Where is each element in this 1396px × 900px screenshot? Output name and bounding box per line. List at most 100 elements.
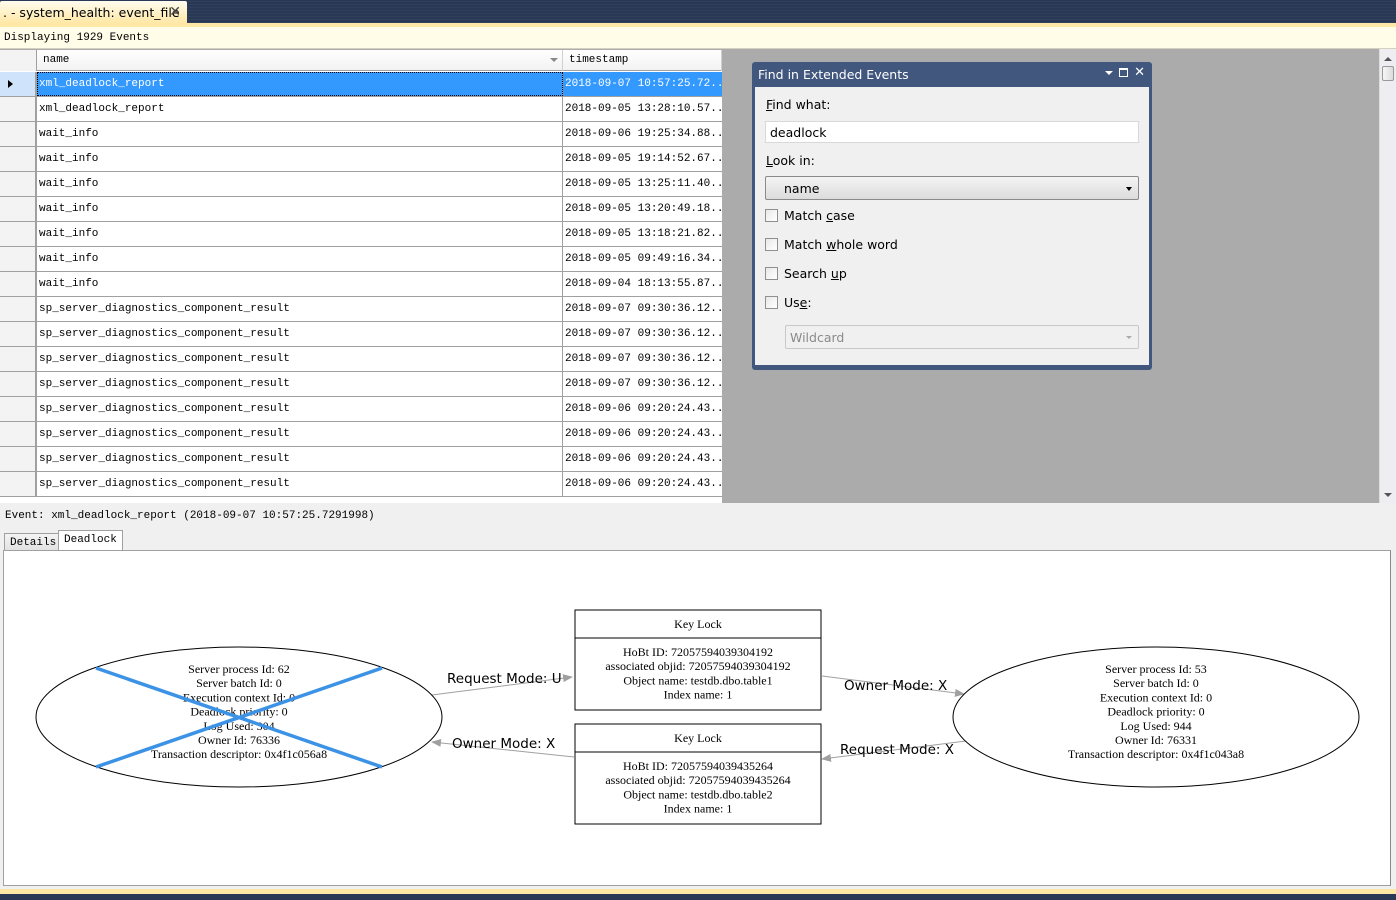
row-header[interactable] bbox=[0, 247, 37, 271]
look-in-label: Look in: bbox=[766, 153, 815, 168]
cell-timestamp[interactable]: 2018-09-04 18:13:55.87... bbox=[563, 272, 722, 296]
cell-name[interactable]: xml_deadlock_report bbox=[37, 97, 563, 121]
cell-timestamp[interactable]: 2018-09-06 19:25:34.88... bbox=[563, 122, 722, 146]
row-header[interactable] bbox=[0, 422, 37, 446]
match-whole-word-checkbox[interactable]: Match whole word bbox=[765, 237, 898, 252]
cell-timestamp[interactable]: 2018-09-05 13:20:49.18... bbox=[563, 197, 722, 221]
row-header[interactable] bbox=[0, 297, 37, 321]
cell-timestamp[interactable]: 2018-09-06 09:20:24.43... bbox=[563, 447, 722, 471]
row-header[interactable] bbox=[0, 347, 37, 371]
key-lock-resource-node[interactable]: Key Lock HoBt ID: 72057594039304192assoc… bbox=[574, 609, 822, 711]
scroll-up-icon[interactable] bbox=[1384, 57, 1392, 61]
table-row[interactable]: wait_info 2018-09-05 09:49:16.34... bbox=[0, 247, 722, 272]
table-row[interactable]: sp_server_diagnostics_component_result 20… bbox=[0, 472, 722, 497]
table-row[interactable]: xml_deadlock_report 2018-09-07 10:57:25.7… bbox=[0, 72, 722, 97]
process-node[interactable]: Server process Id: 53Server batch Id: 0E… bbox=[952, 646, 1360, 788]
row-header[interactable] bbox=[0, 97, 37, 121]
cell-timestamp[interactable]: 2018-09-05 13:28:10.57... bbox=[563, 97, 722, 121]
look-in-select[interactable]: name bbox=[765, 176, 1139, 200]
table-row[interactable]: sp_server_diagnostics_component_result 20… bbox=[0, 447, 722, 472]
cell-name[interactable]: wait_info bbox=[37, 122, 563, 146]
table-row[interactable]: sp_server_diagnostics_component_result 20… bbox=[0, 372, 722, 397]
cell-timestamp[interactable]: 2018-09-07 09:30:36.12... bbox=[563, 372, 722, 396]
cell-name[interactable]: xml_deadlock_report bbox=[37, 72, 563, 96]
close-icon[interactable]: ✕ bbox=[1134, 65, 1145, 80]
cell-name[interactable]: sp_server_diagnostics_component_result bbox=[37, 472, 563, 496]
cell-name[interactable]: sp_server_diagnostics_component_result bbox=[37, 297, 563, 321]
window-menu-dropdown-icon[interactable] bbox=[1105, 70, 1114, 75]
cell-name[interactable]: wait_info bbox=[37, 147, 563, 171]
table-row[interactable]: wait_info 2018-09-05 19:14:52.67... bbox=[0, 147, 722, 172]
column-header-timestamp[interactable]: timestamp bbox=[563, 50, 722, 71]
checkbox-box[interactable] bbox=[765, 238, 778, 251]
table-row[interactable]: wait_info 2018-09-06 19:25:34.88... bbox=[0, 122, 722, 147]
row-header[interactable] bbox=[0, 122, 37, 146]
scroll-down-icon[interactable] bbox=[1384, 493, 1392, 497]
vertical-scrollbar[interactable] bbox=[1379, 49, 1396, 503]
process-detail-line: Transaction descriptor: 0x4f1c056a8 bbox=[151, 747, 327, 761]
column-header-name[interactable]: name bbox=[37, 50, 563, 71]
resource-detail-line: HoBt ID: 72057594039435264 bbox=[623, 759, 773, 773]
table-row[interactable]: xml_deadlock_report 2018-09-05 13:28:10.5… bbox=[0, 97, 722, 122]
cell-name[interactable]: wait_info bbox=[37, 247, 563, 271]
cell-timestamp[interactable]: 2018-09-05 09:49:16.34... bbox=[563, 247, 722, 271]
cell-timestamp[interactable]: 2018-09-06 09:20:24.43... bbox=[563, 397, 722, 421]
cell-name[interactable]: sp_server_diagnostics_component_result bbox=[37, 347, 563, 371]
cell-timestamp[interactable]: 2018-09-05 19:14:52.67... bbox=[563, 147, 722, 171]
find-what-input[interactable]: deadlock bbox=[765, 121, 1139, 143]
table-row[interactable]: sp_server_diagnostics_component_result 20… bbox=[0, 422, 722, 447]
row-header[interactable] bbox=[0, 322, 37, 346]
row-header-corner[interactable] bbox=[0, 50, 37, 71]
scroll-thumb[interactable] bbox=[1382, 66, 1394, 81]
row-header[interactable] bbox=[0, 222, 37, 246]
row-header[interactable] bbox=[0, 72, 37, 96]
cell-name[interactable]: sp_server_diagnostics_component_result bbox=[37, 372, 563, 396]
use-checkbox[interactable]: Use: bbox=[765, 295, 812, 310]
table-row[interactable]: wait_info 2018-09-05 13:20:49.18... bbox=[0, 197, 722, 222]
cell-timestamp[interactable]: 2018-09-07 09:30:36.12... bbox=[563, 347, 722, 371]
table-row[interactable]: wait_info 2018-09-05 13:25:11.40... bbox=[0, 172, 722, 197]
cell-timestamp[interactable]: 2018-09-06 09:20:24.43... bbox=[563, 472, 722, 496]
cell-timestamp[interactable]: 2018-09-07 09:30:36.12... bbox=[563, 297, 722, 321]
checkbox-box[interactable] bbox=[765, 267, 778, 280]
checkbox-box[interactable] bbox=[765, 296, 778, 309]
key-lock-resource-node[interactable]: Key Lock HoBt ID: 72057594039435264assoc… bbox=[574, 723, 822, 825]
checkbox-box[interactable] bbox=[765, 209, 778, 222]
cell-timestamp[interactable]: 2018-09-06 09:20:24.43... bbox=[563, 422, 722, 446]
row-header[interactable] bbox=[0, 447, 37, 471]
cell-name[interactable]: wait_info bbox=[37, 272, 563, 296]
find-dialog-titlebar[interactable]: Find in Extended Events ✕ bbox=[755, 62, 1149, 87]
row-header[interactable] bbox=[0, 397, 37, 421]
cell-name[interactable]: wait_info bbox=[37, 172, 563, 196]
row-header[interactable] bbox=[0, 147, 37, 171]
cell-timestamp[interactable]: 2018-09-05 13:18:21.82... bbox=[563, 222, 722, 246]
row-header[interactable] bbox=[0, 372, 37, 396]
row-header[interactable] bbox=[0, 472, 37, 496]
row-header[interactable] bbox=[0, 272, 37, 296]
cell-name[interactable]: sp_server_diagnostics_component_result bbox=[37, 322, 563, 346]
cell-timestamp[interactable]: 2018-09-05 13:25:11.40... bbox=[563, 172, 722, 196]
maximize-icon[interactable] bbox=[1119, 68, 1129, 77]
cell-name[interactable]: wait_info bbox=[37, 197, 563, 221]
cell-timestamp[interactable]: 2018-09-07 10:57:25.72... bbox=[563, 72, 722, 96]
table-row[interactable]: wait_info 2018-09-05 13:18:21.82... bbox=[0, 222, 722, 247]
cell-name[interactable]: wait_info bbox=[37, 222, 563, 246]
cell-timestamp[interactable]: 2018-09-07 09:30:36.12... bbox=[563, 322, 722, 346]
resource-detail-line: Object name: testdb.dbo.table2 bbox=[623, 787, 772, 801]
cell-name[interactable]: sp_server_diagnostics_component_result bbox=[37, 447, 563, 471]
victim-process-node[interactable]: Server process Id: 62Server batch Id: 0E… bbox=[35, 646, 443, 788]
document-tab[interactable]: . - system_health: event_file ✕ bbox=[0, 1, 187, 23]
table-row[interactable]: sp_server_diagnostics_component_result 20… bbox=[0, 297, 722, 322]
table-row[interactable]: sp_server_diagnostics_component_result 20… bbox=[0, 397, 722, 422]
cell-name[interactable]: sp_server_diagnostics_component_result bbox=[37, 422, 563, 446]
search-up-checkbox[interactable]: Search up bbox=[765, 266, 847, 281]
sort-descending-icon bbox=[550, 58, 558, 62]
row-header[interactable] bbox=[0, 172, 37, 196]
table-row[interactable]: wait_info 2018-09-04 18:13:55.87... bbox=[0, 272, 722, 297]
cell-name[interactable]: sp_server_diagnostics_component_result bbox=[37, 397, 563, 421]
row-header[interactable] bbox=[0, 197, 37, 221]
match-case-checkbox[interactable]: Match case bbox=[765, 208, 855, 223]
close-icon[interactable]: ✕ bbox=[169, 4, 181, 20]
table-row[interactable]: sp_server_diagnostics_component_result 20… bbox=[0, 322, 722, 347]
table-row[interactable]: sp_server_diagnostics_component_result 20… bbox=[0, 347, 722, 372]
